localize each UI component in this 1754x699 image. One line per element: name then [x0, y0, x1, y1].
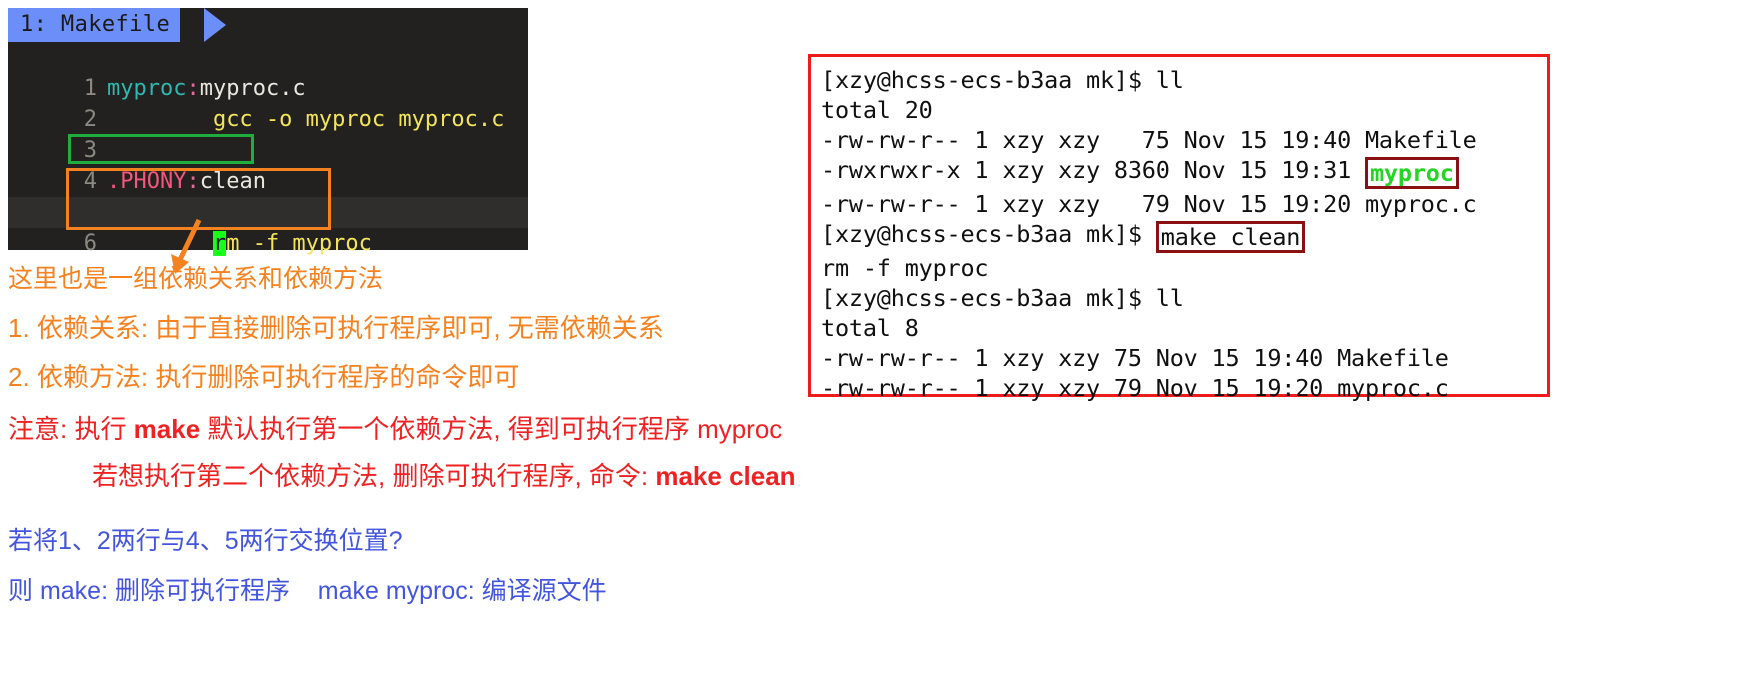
tab-makefile[interactable]: 1: Makefile [8, 8, 181, 42]
tab-arrow-shape [204, 8, 226, 42]
terminal-line: -rw-rw-r-- 1 xzy xzy 75 Nov 15 19:40 Mak… [821, 126, 1477, 154]
highlighted-command-make-clean: make clean [1155, 221, 1306, 253]
terminal-line: -rw-rw-r-- 1 xzy xzy 79 Nov 15 19:20 myp… [821, 374, 1449, 402]
terminal-line: -rw-rw-r-- 1 xzy xzy 75 Nov 15 19:40 Mak… [821, 344, 1449, 372]
terminal-line: [xzy@hcss-ecs-b3aa mk]$ ll [821, 66, 1184, 94]
annotation-note-make: 注意: 执行 make 默认执行第一个依赖方法, 得到可执行程序 myproc [8, 409, 782, 446]
terminal-line: -rwxrwxr-x 1 xzy xzy 8360 Nov 15 19:31 m… [821, 155, 1547, 189]
code-line-3[interactable]: 3 [8, 104, 528, 163]
annotation-answer: 则 make: 删除可执行程序 make myproc: 编译源文件 [8, 577, 607, 605]
shell-prompt: [xzy@hcss-ecs-b3aa mk]$ [821, 220, 1156, 248]
terminal-line: -rw-rw-r-- 1 xzy xzy 79 Nov 15 19:20 myp… [821, 190, 1477, 218]
annotation-note-make-clean: 若想执行第二个依赖方法, 删除可执行程序, 命令: make clean [92, 456, 796, 493]
annotation-dependency-relation: 1. 依赖关系: 由于直接删除可执行程序即可, 无需依赖关系 [8, 313, 664, 343]
make-recipe: m -f myproc [226, 231, 372, 256]
code-line-2[interactable]: 2 gcc -o myproc myproc.c [8, 73, 528, 132]
code-line-4[interactable]: 4 .PHONY:clean [8, 135, 528, 194]
highlighted-executable-myproc: myproc [1364, 157, 1459, 189]
ls-entry-prefix: -rwxrwxr-x 1 xzy xzy 8360 Nov 15 19:31 [821, 156, 1365, 184]
note-suffix: 默认执行第一个依赖方法, 得到可执行程序 myproc [200, 414, 783, 444]
note-keyword-make-clean: make clean [655, 461, 796, 491]
code-line-5[interactable]: 5clean: [8, 166, 528, 225]
code-line-6[interactable]: 6 rm -f myproc [8, 197, 528, 256]
terminal-line: total 8 [821, 314, 919, 342]
note-prefix: 注意: 执行 [8, 414, 134, 444]
terminal-output-panel: [xzy@hcss-ecs-b3aa mk]$ ll total 20 -rw-… [808, 54, 1550, 402]
terminal-line: rm -f myproc [821, 254, 989, 282]
annotation-dependency-method: 2. 依赖方法: 执行删除可执行程序的命令即可 [8, 362, 520, 392]
editor-tab-bar: 1: Makefile [8, 8, 528, 42]
annotation-intro: 这里也是一组依赖关系和依赖方法 [8, 265, 384, 293]
line-number: 6 [83, 231, 97, 256]
terminal-line: [xzy@hcss-ecs-b3aa mk]$ make clean [821, 219, 1547, 253]
note2-prefix: 若想执行第二个依赖方法, 删除可执行程序, 命令: [92, 461, 656, 491]
note-keyword-make: make [133, 414, 201, 444]
terminal-line: [xzy@hcss-ecs-b3aa mk]$ ll [821, 284, 1184, 312]
code-editor-panel: 1: Makefile 1 myproc:myproc.c 2 gcc -o my… [8, 8, 528, 256]
code-line-1[interactable]: 1 myproc:myproc.c [8, 42, 528, 101]
terminal-line: total 20 [821, 96, 933, 124]
annotation-question: 若将1、2两行与4、5两行交换位置? [8, 527, 403, 555]
